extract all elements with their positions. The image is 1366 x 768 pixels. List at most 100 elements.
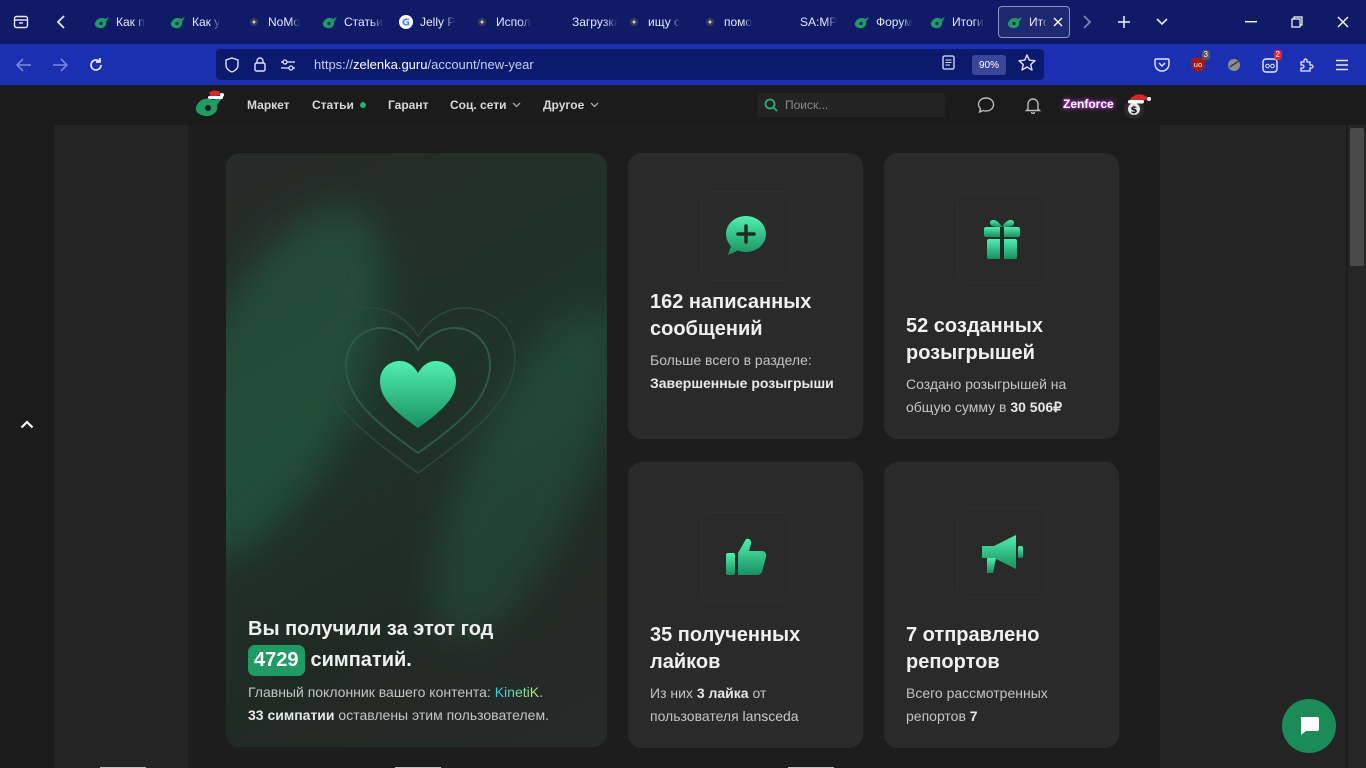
permissions-icon[interactable]	[276, 58, 300, 71]
site-header: Маркет Статьи Гарант Соц. сети Другое Ze…	[0, 85, 1366, 125]
browser-tab[interactable]: G Jelly P	[390, 6, 466, 38]
tab-title: NoMo	[268, 15, 301, 29]
restore-button[interactable]	[1274, 0, 1320, 44]
search-icon	[763, 97, 779, 113]
conversations-icon[interactable]	[976, 95, 996, 115]
lolz-icon	[94, 14, 110, 30]
extension-dice-icon[interactable]: 2	[1252, 44, 1288, 85]
messages-written-card: 162 написанных сообщений Больше всего в …	[628, 153, 863, 439]
dark-site-icon	[246, 14, 262, 30]
dark-site-icon	[474, 14, 490, 30]
page-viewport: Маркет Статьи Гарант Соц. сети Другое Ze…	[0, 85, 1366, 768]
messages-card-desc: Больше всего в разделе: Завершенные розы…	[650, 349, 850, 395]
minimize-button[interactable]	[1228, 0, 1274, 44]
site-search[interactable]	[757, 93, 945, 117]
zoom-level-badge[interactable]: 90%	[972, 55, 1006, 75]
nav-articles[interactable]: Статьи	[312, 85, 366, 125]
extension-globe-icon[interactable]	[1216, 44, 1252, 85]
fan-username-link[interactable]: KinetiK	[495, 684, 539, 700]
chevron-down-icon	[512, 100, 521, 110]
tab-list-icon[interactable]	[0, 0, 42, 44]
scroll-tabs-right-icon[interactable]	[1070, 0, 1104, 44]
right-gutter	[1160, 125, 1346, 768]
lolz-icon	[1007, 14, 1023, 30]
ublock-icon[interactable]: uo 3	[1180, 44, 1216, 85]
card-illustration	[701, 191, 791, 281]
likes-card-desc: Главный поклонник вашего контента: Kinet…	[248, 684, 549, 723]
close-tab-icon[interactable]	[1053, 15, 1063, 30]
svg-text:G: G	[402, 18, 410, 29]
back-button[interactable]	[6, 44, 42, 85]
nav-other[interactable]: Другое	[543, 85, 599, 125]
tab-title: помо	[724, 15, 753, 29]
google-icon: G	[398, 14, 414, 30]
browser-tab[interactable]: Форум	[846, 6, 922, 38]
page-scrollbar[interactable]	[1348, 125, 1366, 768]
lolz-icon	[170, 14, 186, 30]
chat-plus-icon	[726, 216, 766, 255]
site-logo[interactable]	[193, 89, 227, 121]
lolz-icon	[854, 14, 870, 30]
browser-tab[interactable]: Как у	[162, 6, 238, 38]
nav-guarantor[interactable]: Гарант	[388, 85, 428, 125]
giveaways-total-amount: 30 506₽	[1010, 399, 1063, 415]
tab-title: Испол	[496, 15, 531, 29]
username-link[interactable]: Zenforce	[1063, 97, 1114, 111]
browser-tab[interactable]: помо	[694, 6, 770, 38]
nav-market[interactable]: Маркет	[247, 85, 290, 125]
tab-title: Jelly P	[420, 15, 456, 29]
tab-title: Итоги	[1029, 15, 1047, 29]
forward-button[interactable]	[42, 44, 78, 85]
search-input[interactable]	[785, 98, 935, 112]
url-text[interactable]: https://zelenka.guru/account/new-year	[314, 57, 534, 72]
url-bar[interactable]: https://zelenka.guru/account/new-year 90…	[216, 49, 1044, 80]
tracking-shield-icon[interactable]	[220, 56, 244, 73]
scrollbar-thumb[interactable]	[1350, 128, 1364, 266]
extensions-puzzle-icon[interactable]	[1288, 44, 1324, 85]
new-content-dot	[359, 102, 366, 108]
browser-tab[interactable]: Статьи	[314, 6, 390, 38]
close-window-button[interactable]	[1320, 0, 1366, 44]
new-tab-button[interactable]	[1104, 0, 1144, 44]
browser-tab[interactable]: ищу с	[618, 6, 694, 38]
reload-button[interactable]	[78, 44, 114, 85]
thumbs-up-icon	[726, 538, 767, 575]
browser-tab[interactable]: Загрузка	[542, 6, 618, 38]
avatar[interactable]: $	[1121, 91, 1151, 121]
tab-active[interactable]: Итоги	[998, 6, 1070, 38]
card-illustration	[957, 193, 1047, 283]
tab-title: Как у	[192, 15, 221, 29]
browser-tab[interactable]: Как п	[86, 6, 162, 38]
browser-tab[interactable]: NoMo	[238, 6, 314, 38]
svg-text:uo: uo	[1194, 61, 1203, 69]
likes-received-card: Вы получили за этот год 4729 симпатий. Гл…	[226, 153, 607, 747]
scroll-to-top-icon[interactable]	[16, 413, 38, 435]
bookmark-star-icon[interactable]	[1018, 54, 1036, 76]
app-menu-icon[interactable]	[1324, 44, 1360, 85]
top-section-link[interactable]: Завершенные розыгрыши	[650, 375, 834, 391]
nav-guarantor-label: Гарант	[388, 98, 429, 112]
list-all-tabs-icon[interactable]	[1144, 0, 1180, 44]
browser-tab[interactable]: Итоги	[922, 6, 998, 38]
received-likes-card-title: 35 полученных лайков	[650, 624, 801, 673]
nav-social-label: Соц. сети	[450, 98, 507, 112]
nav-other-label: Другое	[543, 98, 585, 112]
lock-icon[interactable]	[248, 57, 272, 72]
reports-card-title: 7 отправлено репортов	[906, 624, 1040, 673]
received-likes-card-desc: Из них 3 лайка от пользователя lansceda	[650, 682, 850, 728]
extension-badge: 2	[1273, 50, 1282, 60]
browser-tab[interactable]: SA:MP	[770, 6, 846, 38]
likes-card-title: Вы получили за этот год 4729 симпатий.	[248, 614, 588, 676]
fan-desc-suffix: оставлены этим пользователем.	[338, 707, 549, 723]
liker-username-link[interactable]: lansceda	[743, 708, 799, 724]
reports-reviewed-count: 7	[969, 708, 978, 724]
nav-social[interactable]: Соц. сети	[450, 85, 521, 125]
notifications-bell-icon[interactable]	[1023, 95, 1043, 115]
support-chat-button[interactable]	[1282, 699, 1336, 753]
reader-view-icon[interactable]	[942, 55, 955, 73]
scroll-tabs-left-icon[interactable]	[42, 0, 80, 44]
browser-tab[interactable]: Испол	[466, 6, 542, 38]
messages-card-title: 162 написанных сообщений	[650, 291, 812, 340]
pocket-icon[interactable]	[1144, 44, 1180, 85]
browser-tab-bar: Как п Как у NoMo Статьи G Jelly P Испол Загрузк…	[0, 0, 1366, 44]
